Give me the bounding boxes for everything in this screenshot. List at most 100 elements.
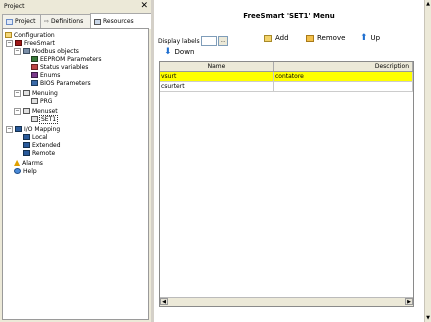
tree-item-io-mapping[interactable]: − I/O Mapping bbox=[6, 125, 60, 133]
tree-item-configuration[interactable]: Configuration bbox=[5, 31, 55, 39]
scroll-down-icon[interactable]: ▼ bbox=[425, 315, 431, 321]
tree-item-menuing[interactable]: − Menuing bbox=[14, 89, 58, 97]
down-label: Down bbox=[174, 48, 195, 56]
collapse-icon[interactable]: − bbox=[6, 125, 13, 133]
folder-icon bbox=[5, 32, 12, 38]
parameters-icon bbox=[31, 56, 38, 62]
tree-item-label: Status variables bbox=[40, 63, 89, 71]
collapse-icon[interactable]: − bbox=[14, 47, 21, 55]
arrow-up-icon: ⬆ bbox=[360, 32, 368, 43]
page-title: FreeSmart 'SET1' Menu bbox=[243, 12, 335, 20]
column-header-description[interactable]: Description bbox=[274, 62, 413, 71]
tree-item-extended[interactable]: Extended bbox=[23, 141, 61, 149]
add-button[interactable]: Add bbox=[264, 34, 289, 42]
scroll-up-icon[interactable]: ▲ bbox=[425, 1, 431, 7]
tree-item-label: Local bbox=[32, 133, 48, 141]
down-button[interactable]: ⬇ Down bbox=[164, 46, 195, 57]
add-icon bbox=[264, 34, 272, 42]
display-labels-input[interactable] bbox=[201, 36, 217, 46]
tree-item-bios-parameters[interactable]: BIOS Parameters bbox=[31, 79, 91, 87]
collapse-icon[interactable]: − bbox=[6, 39, 13, 47]
io-extended-icon bbox=[23, 142, 30, 148]
tree-item-label: EEPROM Parameters bbox=[40, 55, 102, 63]
tree-item-prg[interactable]: PRG bbox=[31, 97, 52, 105]
bios-icon bbox=[31, 80, 38, 86]
help-icon bbox=[14, 168, 21, 174]
arrow-down-icon: ⬇ bbox=[164, 46, 172, 57]
io-icon bbox=[15, 126, 22, 132]
vertical-scrollbar[interactable]: ▲ ▼ bbox=[424, 0, 431, 322]
device-icon bbox=[15, 40, 22, 46]
collapse-icon[interactable]: − bbox=[14, 89, 21, 97]
tab-resources[interactable]: Resources bbox=[90, 13, 153, 29]
tree-item-label: Menuset bbox=[32, 107, 58, 115]
panel-titlebar: Project ✕ bbox=[2, 1, 149, 12]
definitions-icon: ⇨ bbox=[44, 18, 50, 25]
tree-item-label: I/O Mapping bbox=[24, 125, 61, 133]
menu-items-table: Name Description vsurt contatore csurter… bbox=[159, 61, 414, 307]
tree-item-label: SET1 bbox=[38, 114, 59, 124]
tree-item-freesmart[interactable]: − FreeSmart bbox=[6, 39, 55, 47]
tree-item-label: BIOS Parameters bbox=[40, 79, 91, 87]
tree-item-help[interactable]: Help bbox=[14, 167, 37, 175]
row-description: contatore bbox=[274, 72, 413, 81]
row-name: vsurt bbox=[160, 72, 274, 81]
menu-page-icon bbox=[31, 116, 38, 122]
tree-item-label: Modbus objects bbox=[32, 47, 79, 55]
row-name: csurtert bbox=[160, 82, 274, 91]
tree-item-set1[interactable]: SET1 bbox=[31, 114, 59, 124]
tree-item-status-variables[interactable]: Status variables bbox=[31, 63, 88, 71]
tab-strip: Project ⇨ Definitions Resources bbox=[2, 13, 153, 29]
io-remote-icon bbox=[23, 150, 30, 156]
io-local-icon bbox=[23, 134, 30, 140]
tree-item-label: Enums bbox=[40, 71, 61, 79]
table-row[interactable]: vsurt contatore bbox=[160, 72, 413, 82]
tree-item-alarms[interactable]: ▲ Alarms bbox=[14, 159, 43, 167]
add-label: Add bbox=[275, 34, 289, 42]
menu-page-icon bbox=[31, 98, 38, 104]
tab-project-label: Project bbox=[15, 18, 36, 25]
resource-tree: Configuration − FreeSmart − Modbus objec… bbox=[2, 28, 149, 320]
remove-button[interactable]: Remove bbox=[306, 34, 345, 42]
panel-title: Project bbox=[4, 3, 25, 10]
tree-item-label: Remote bbox=[32, 149, 56, 157]
horizontal-scrollbar[interactable]: ◀ ▶ bbox=[160, 297, 413, 306]
project-panel: Project ✕ Project ⇨ Definitions Resource… bbox=[0, 0, 153, 322]
tree-item-label: FreeSmart bbox=[24, 39, 55, 47]
display-labels-dropdown[interactable]: … bbox=[218, 36, 228, 46]
resources-icon bbox=[94, 18, 101, 25]
menuset-icon bbox=[23, 108, 30, 114]
table-row[interactable]: csurtert bbox=[160, 82, 413, 92]
project-icon bbox=[6, 18, 13, 25]
table-header: Name Description bbox=[160, 62, 413, 72]
enums-icon bbox=[31, 72, 38, 78]
up-label: Up bbox=[370, 34, 381, 42]
up-button[interactable]: ⬆ Up bbox=[360, 32, 381, 43]
remove-icon bbox=[306, 34, 314, 42]
tree-item-menuset[interactable]: − Menuset bbox=[14, 107, 58, 115]
tree-item-local[interactable]: Local bbox=[23, 133, 48, 141]
tree-item-modbus-objects[interactable]: − Modbus objects bbox=[14, 47, 79, 55]
tree-item-remote[interactable]: Remote bbox=[23, 149, 55, 157]
column-header-name[interactable]: Name bbox=[160, 62, 274, 71]
warning-icon: ▲ bbox=[14, 158, 21, 167]
collapse-icon[interactable]: − bbox=[14, 107, 21, 115]
scroll-left-icon[interactable]: ◀ bbox=[160, 298, 168, 305]
remove-label: Remove bbox=[317, 34, 346, 42]
tab-resources-label: Resources bbox=[103, 18, 134, 25]
row-description bbox=[274, 82, 413, 91]
tree-item-label: Alarms bbox=[22, 159, 43, 167]
modbus-icon bbox=[23, 48, 30, 54]
tab-definitions-label: Definitions bbox=[51, 18, 84, 25]
tree-item-label: PRG bbox=[40, 97, 53, 105]
scroll-right-icon[interactable]: ▶ bbox=[405, 298, 413, 305]
display-labels-label: Display labels bbox=[158, 38, 200, 45]
tree-item-label: Extended bbox=[32, 141, 61, 149]
tree-item-eeprom-parameters[interactable]: EEPROM Parameters bbox=[31, 55, 102, 63]
variables-icon bbox=[31, 64, 38, 70]
tree-item-label: Menuing bbox=[32, 89, 58, 97]
tree-item-enums[interactable]: Enums bbox=[31, 71, 60, 79]
tree-item-label: Configuration bbox=[14, 31, 55, 39]
menu-editor: FreeSmart 'SET1' Menu Display labels … A… bbox=[154, 0, 424, 322]
close-icon[interactable]: ✕ bbox=[140, 1, 148, 11]
